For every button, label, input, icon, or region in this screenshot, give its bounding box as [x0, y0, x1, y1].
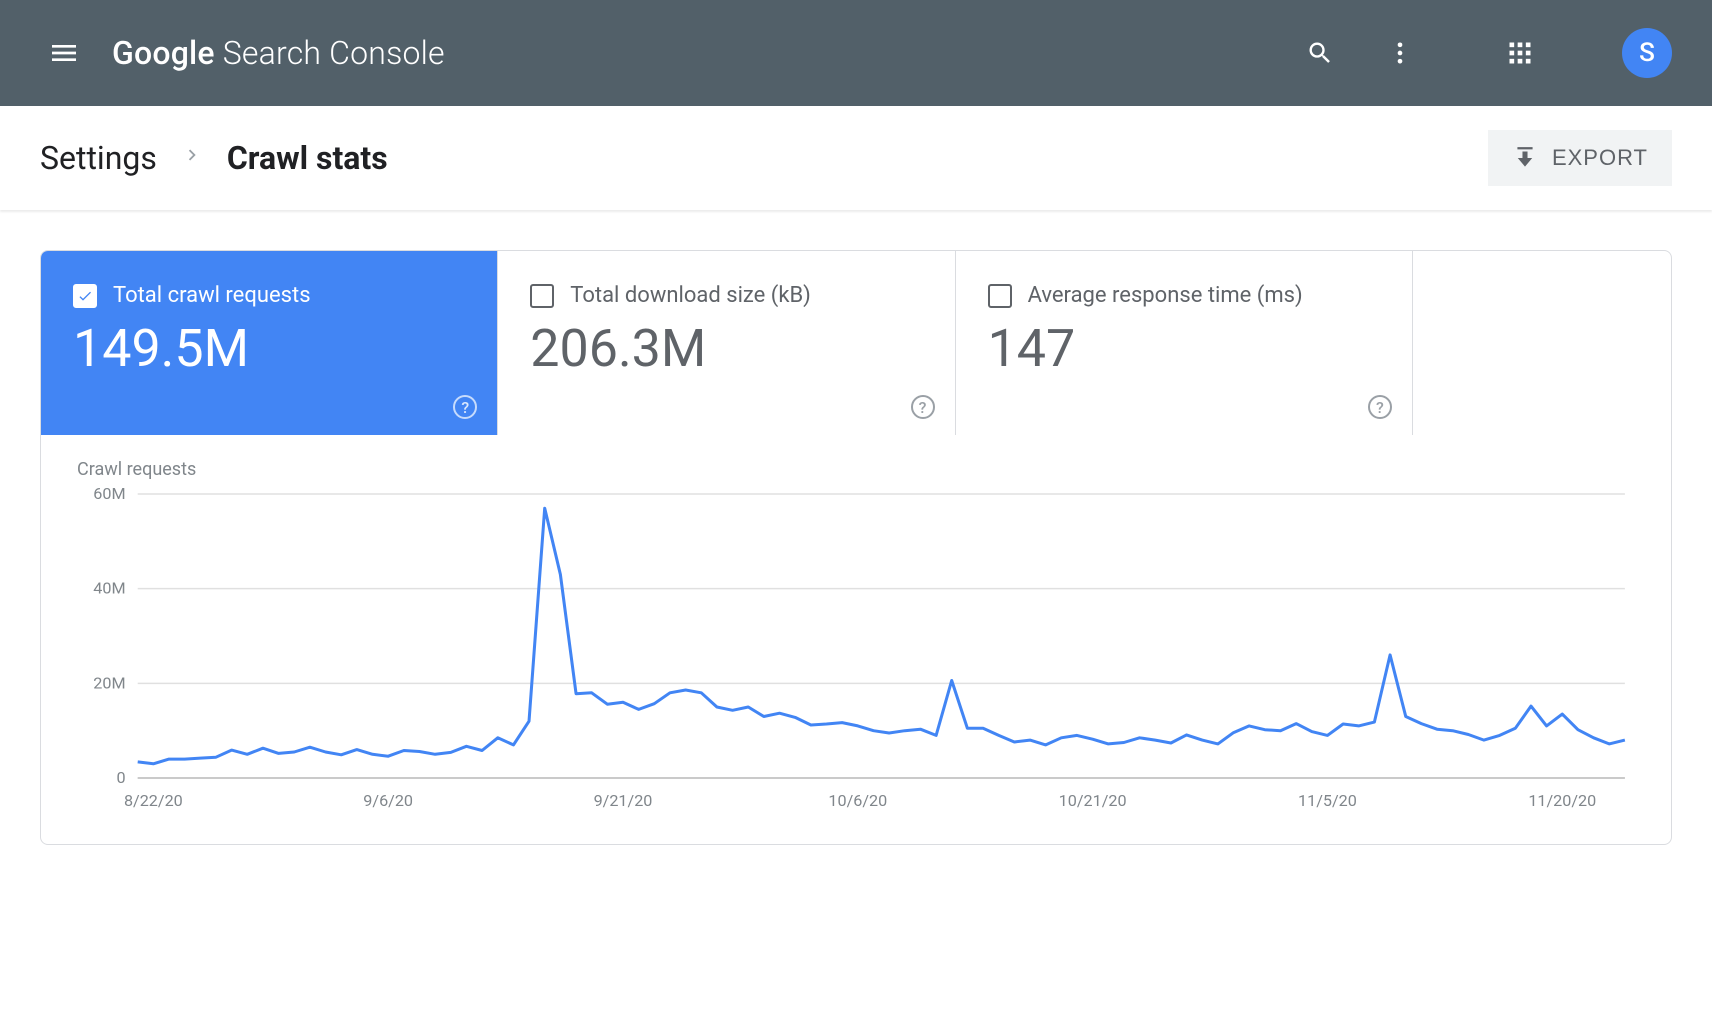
metric-average-response-time[interactable]: Average response time (ms) 147 ?	[956, 251, 1413, 435]
metric-value: 147	[988, 318, 1384, 379]
crawl-stats-card: Total crawl requests 149.5M ? Total down…	[40, 250, 1672, 845]
svg-text:10/21/20: 10/21/20	[1059, 791, 1127, 810]
metric-placeholder	[1413, 251, 1671, 435]
apps-icon[interactable]	[1492, 25, 1548, 81]
metric-value: 149.5M	[73, 318, 469, 379]
help-icon[interactable]: ?	[453, 395, 477, 419]
logo-product: Search Console	[223, 34, 445, 72]
svg-text:9/21/20: 9/21/20	[594, 791, 653, 810]
metric-label: Average response time (ms)	[1028, 283, 1303, 308]
svg-text:0: 0	[116, 768, 125, 787]
svg-text:60M: 60M	[93, 486, 125, 503]
search-icon[interactable]	[1292, 25, 1348, 81]
chart-title: Crawl requests	[77, 459, 1635, 480]
checkbox-checked-icon	[73, 284, 97, 308]
svg-text:10/6/20: 10/6/20	[828, 791, 887, 810]
avatar[interactable]: S	[1622, 28, 1672, 78]
metric-tiles: Total crawl requests 149.5M ? Total down…	[41, 251, 1671, 435]
help-icon[interactable]: ?	[1368, 395, 1392, 419]
breadcrumb-parent[interactable]: Settings	[40, 139, 157, 177]
svg-text:8/22/20: 8/22/20	[124, 791, 183, 810]
crawl-requests-chart: 0 20M 40M 60M 8/22/20 9/6/20 9/21/20 10/6/20 10/…	[77, 486, 1635, 816]
logo-google: Google	[112, 34, 215, 72]
svg-text:40M: 40M	[93, 579, 125, 598]
checkbox-unchecked-icon	[988, 284, 1012, 308]
export-label: EXPORT	[1552, 145, 1648, 171]
metric-total-download-size[interactable]: Total download size (kB) 206.3M ?	[498, 251, 955, 435]
svg-text:11/5/20: 11/5/20	[1298, 791, 1357, 810]
metric-total-crawl-requests[interactable]: Total crawl requests 149.5M ?	[41, 251, 498, 435]
page-content: Total crawl requests 149.5M ? Total down…	[0, 210, 1712, 885]
chart-area: Crawl requests 0 20M 40M 60M 8/22/20 9/6/20 9/…	[41, 435, 1671, 844]
export-button[interactable]: EXPORT	[1488, 130, 1672, 186]
app-header: Google Search Console S	[0, 0, 1712, 106]
avatar-letter: S	[1639, 38, 1655, 68]
svg-text:20M: 20M	[93, 673, 125, 692]
checkbox-unchecked-icon	[530, 284, 554, 308]
metric-label: Total crawl requests	[113, 283, 311, 308]
metric-label: Total download size (kB)	[570, 283, 811, 308]
help-icon[interactable]: ?	[911, 395, 935, 419]
menu-icon[interactable]	[40, 29, 88, 77]
svg-text:11/20/20: 11/20/20	[1528, 791, 1596, 810]
download-icon	[1512, 145, 1538, 171]
breadcrumb-current: Crawl stats	[227, 139, 388, 177]
chevron-right-icon	[181, 143, 203, 173]
more-icon[interactable]	[1372, 25, 1428, 81]
app-logo: Google Search Console	[112, 34, 445, 72]
svg-text:9/6/20: 9/6/20	[363, 791, 413, 810]
metric-value: 206.3M	[530, 318, 926, 379]
page-subheader: Settings Crawl stats EXPORT	[0, 106, 1712, 210]
